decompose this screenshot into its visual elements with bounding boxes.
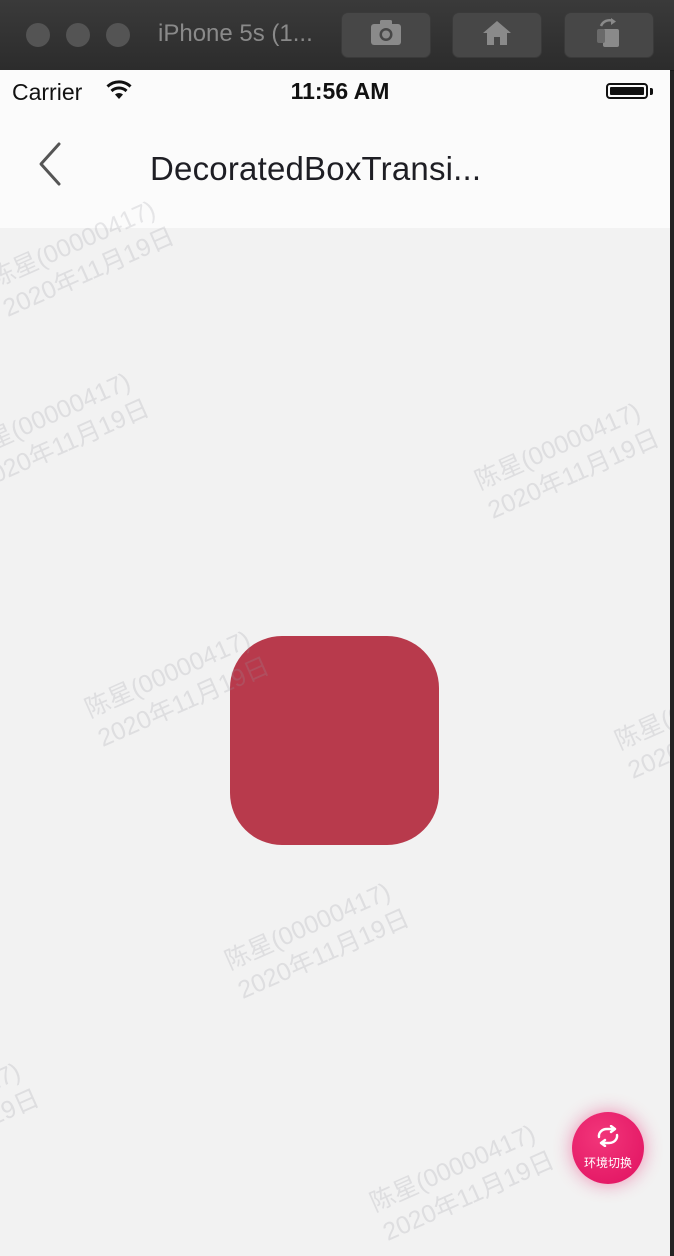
minimize-window-button[interactable] bbox=[66, 23, 90, 47]
window-title: iPhone 5s (1... bbox=[158, 20, 313, 47]
environment-switch-button[interactable]: 环境切换 bbox=[572, 1112, 644, 1184]
back-button[interactable] bbox=[20, 136, 80, 196]
watermark: 陈星(00000417) 2020年11月19日 bbox=[470, 397, 664, 525]
watermark: 陈星(00000417) 2020年11月19日 bbox=[220, 877, 414, 1005]
watermark: 陈星(00000417) 2020年11月19日 bbox=[0, 367, 154, 495]
rotate-button[interactable] bbox=[564, 12, 654, 58]
battery-cap bbox=[650, 88, 653, 95]
status-time: 11:56 AM bbox=[290, 78, 390, 104]
close-window-button[interactable] bbox=[26, 23, 50, 47]
screenshot-button[interactable] bbox=[341, 12, 431, 58]
home-button[interactable] bbox=[452, 12, 542, 58]
page-title: DecoratedBoxTransi... bbox=[150, 150, 482, 187]
simulator-title-bar: iPhone 5s (1... bbox=[0, 0, 674, 71]
rotate-icon bbox=[593, 17, 625, 54]
decorated-box bbox=[230, 636, 439, 845]
page-content: 陈星(00000417) 2020年11月19日 陈星(00000417) 2020… bbox=[0, 195, 670, 1256]
watermark: 陈星(00000417) 2020年11月19日 bbox=[0, 1057, 44, 1185]
fab-label: 环境切换 bbox=[583, 1156, 632, 1170]
battery-icon bbox=[606, 83, 648, 99]
watermark: 陈星(00000417) 2020年11月19日 bbox=[610, 657, 670, 785]
simulator-window: iPhone 5s (1... Carrier 11:56 AM Decorat… bbox=[0, 0, 674, 1256]
zoom-window-button[interactable] bbox=[106, 23, 130, 47]
chevron-left-icon bbox=[35, 140, 65, 193]
refresh-icon bbox=[593, 1124, 623, 1152]
screenshot-icon bbox=[369, 19, 403, 52]
status-bar: Carrier 11:56 AM bbox=[0, 70, 670, 112]
watermark: 陈星(00000417) 2020年11月19日 bbox=[365, 1119, 559, 1247]
phone-screen: Carrier 11:56 AM DecoratedBoxTransi... 陈… bbox=[0, 70, 670, 1256]
navigation-bar: DecoratedBoxTransi... bbox=[0, 112, 670, 229]
home-icon bbox=[481, 19, 513, 52]
